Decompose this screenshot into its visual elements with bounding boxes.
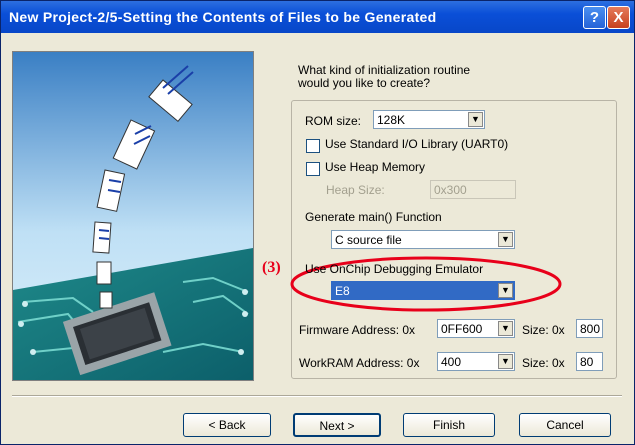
firmware-size-field[interactable]: 800 <box>576 319 603 338</box>
main-function-label: Generate main() Function <box>305 210 442 224</box>
question-line-2: would you like to create? <box>298 76 431 90</box>
heap-size-field[interactable]: 0x300 <box>430 180 516 199</box>
debugger-label: Use OnChip Debugging Emulator <box>305 262 484 276</box>
workram-address-label: WorkRAM Address: 0x <box>299 356 420 370</box>
chevron-down-icon[interactable]: ▼ <box>498 232 513 247</box>
chip-documents-illustration <box>13 52 253 380</box>
workram-address-select[interactable]: 400 ▼ <box>437 352 515 371</box>
question-line-1: What kind of initialization routine <box>298 63 471 77</box>
next-button[interactable]: Next > <box>293 413 381 437</box>
chevron-down-icon[interactable]: ▼ <box>498 283 513 298</box>
rom-size-select[interactable]: 128K ▼ <box>373 110 485 129</box>
chevron-down-icon[interactable]: ▼ <box>468 112 483 127</box>
stdio-label: Use Standard I/O Library (UART0) <box>325 137 509 151</box>
back-button[interactable]: < Back <box>183 413 271 437</box>
heap-checkbox[interactable] <box>306 162 320 176</box>
firmware-address-value: 0FF600 <box>441 322 483 336</box>
title-bar: New Project-2/5-Setting the Contents of … <box>1 1 634 33</box>
firmware-address-select[interactable]: 0FF600 ▼ <box>437 319 515 338</box>
debugger-select[interactable]: E8 ▼ <box>331 281 515 300</box>
window-title: New Project-2/5-Setting the Contents of … <box>9 9 437 25</box>
wizard-window: New Project-2/5-Setting the Contents of … <box>0 0 635 445</box>
footer-separator <box>12 395 622 397</box>
heap-size-label: Heap Size: <box>326 183 385 197</box>
main-function-value: C source file <box>335 233 402 247</box>
cancel-button[interactable]: Cancel <box>519 413 611 437</box>
firmware-address-label: Firmware Address: 0x <box>299 323 416 337</box>
stdio-checkbox[interactable] <box>306 139 320 153</box>
step-annotation: (3) <box>262 259 281 276</box>
chevron-down-icon[interactable]: ▼ <box>498 321 513 336</box>
debugger-value: E8 <box>335 284 350 298</box>
workram-size-field[interactable]: 80 <box>576 352 603 371</box>
rom-size-value: 128K <box>377 113 406 127</box>
rom-size-label: ROM size: <box>305 114 362 128</box>
workram-address-value: 400 <box>441 355 462 369</box>
main-function-select[interactable]: C source file ▼ <box>331 230 515 249</box>
heap-label: Use Heap Memory <box>325 160 426 174</box>
firmware-size-label: Size: 0x <box>522 323 565 337</box>
wizard-illustration <box>12 51 254 381</box>
chevron-down-icon[interactable]: ▼ <box>498 354 513 369</box>
finish-button[interactable]: Finish <box>403 413 495 437</box>
help-button[interactable]: ? <box>583 6 606 29</box>
workram-size-label: Size: 0x <box>522 356 565 370</box>
close-button[interactable]: X <box>607 6 630 29</box>
